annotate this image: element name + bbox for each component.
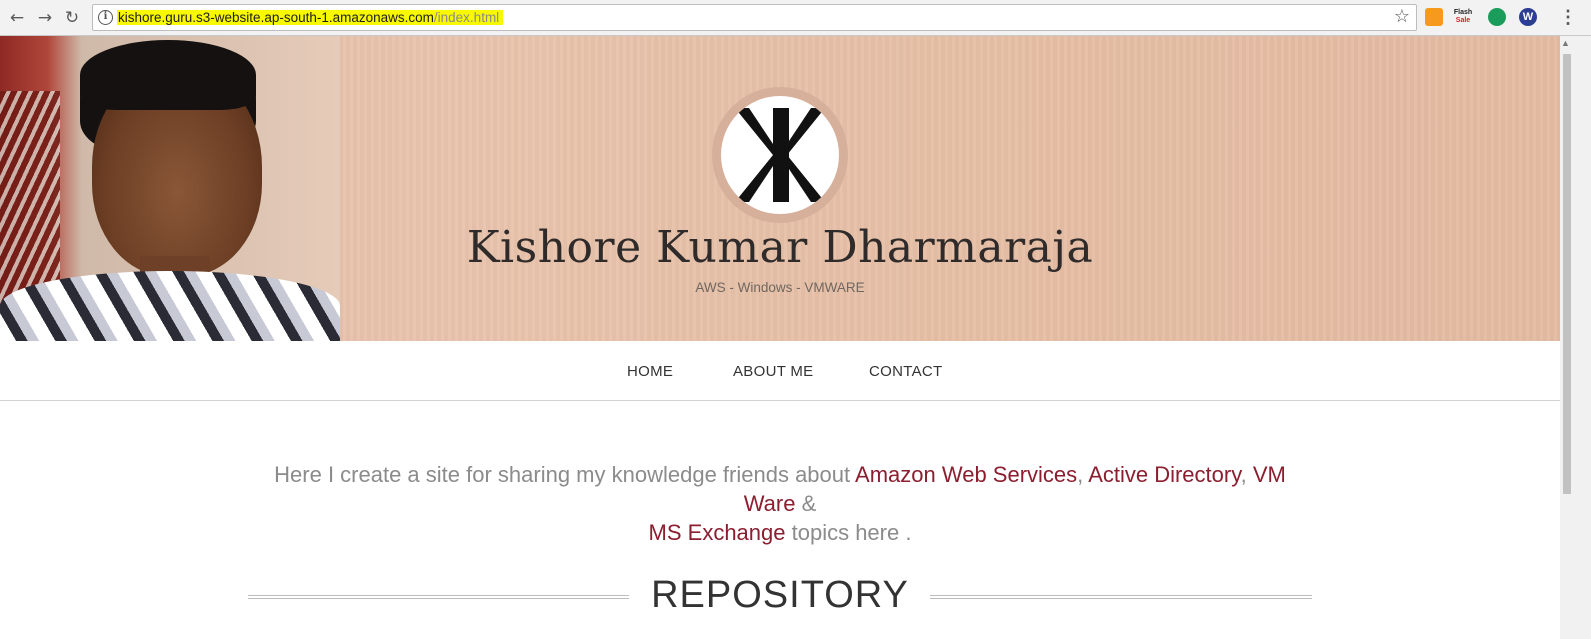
site-info-icon[interactable]: i bbox=[98, 10, 113, 25]
back-arrow-icon[interactable]: ← bbox=[6, 7, 28, 29]
nav-home-link[interactable]: HOME bbox=[627, 363, 673, 380]
intro-paragraph: Here I create a site for sharing my know… bbox=[274, 462, 1286, 545]
section-divider-left bbox=[248, 595, 629, 599]
url-text[interactable]: kishore.guru.s3-website.ap-south-1.amazo… bbox=[117, 9, 504, 27]
site-tagline: AWS - Windows - VMWARE bbox=[695, 280, 865, 295]
url-host: kishore.guru.s3-website.ap-south-1.amazo… bbox=[117, 10, 434, 25]
w-extension-icon[interactable]: W bbox=[1519, 8, 1537, 26]
address-bar[interactable]: i kishore.guru.s3-website.ap-south-1.ama… bbox=[92, 4, 1417, 31]
section-divider-right bbox=[930, 595, 1312, 599]
sale-label: Sale bbox=[1455, 17, 1471, 24]
repository-heading: REPOSITORY bbox=[651, 574, 909, 616]
active-directory-link[interactable]: Active Directory bbox=[1088, 462, 1240, 487]
orange-extension-icon[interactable] bbox=[1425, 8, 1443, 26]
site-navigation: HOME ABOUT ME CONTACT bbox=[0, 341, 1560, 401]
profile-photo bbox=[0, 36, 340, 341]
hero-banner: Kishore Kumar Dharmaraja AWS - Windows -… bbox=[0, 36, 1560, 341]
aws-link[interactable]: Amazon Web Services bbox=[855, 462, 1077, 487]
scroll-thumb[interactable] bbox=[1563, 54, 1571, 494]
flash-sale-extension-icon[interactable]: Flash Sale bbox=[1452, 9, 1474, 27]
intro-lead: Here I create a site for sharing my know… bbox=[274, 462, 856, 487]
browser-menu-icon[interactable]: ⋮ bbox=[1559, 7, 1577, 28]
bookmark-star-icon[interactable]: ☆ bbox=[1394, 6, 1410, 27]
reload-icon[interactable]: ↻ bbox=[61, 7, 83, 29]
nav-contact-link[interactable]: CONTACT bbox=[869, 363, 942, 380]
site-title: Kishore Kumar Dharmaraja bbox=[466, 222, 1094, 273]
forward-arrow-icon[interactable]: → bbox=[34, 7, 56, 29]
green-cart-extension-icon[interactable] bbox=[1488, 8, 1506, 26]
scroll-up-icon[interactable]: ▲ bbox=[1561, 38, 1570, 48]
kk-logo-icon bbox=[721, 96, 839, 214]
site-logo[interactable] bbox=[712, 87, 848, 223]
browser-toolbar: ← → ↻ i kishore.guru.s3-website.ap-south… bbox=[0, 0, 1591, 36]
nav-about-me-link[interactable]: ABOUT ME bbox=[733, 363, 813, 380]
intro-tail: topics here . bbox=[785, 520, 912, 545]
ms-exchange-link[interactable]: MS Exchange bbox=[649, 520, 786, 545]
page-scrollbar[interactable]: ▲ bbox=[1560, 36, 1591, 639]
url-path: /index.html bbox=[433, 10, 504, 25]
flash-label: Flash bbox=[1453, 9, 1473, 16]
